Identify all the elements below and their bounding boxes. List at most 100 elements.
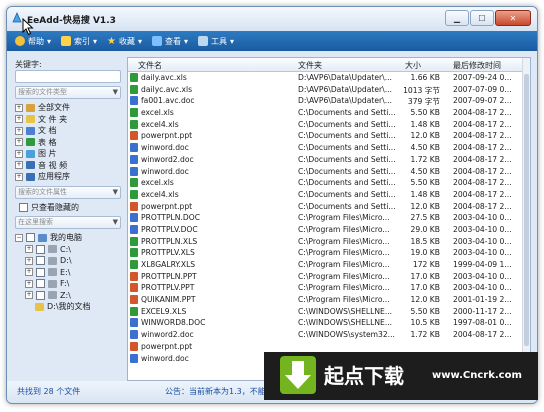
cell-size: 18.5 KB <box>410 236 440 246</box>
table-row[interactable]: EXCEL9.XLS C:\WINDOWS\SHELLNE... 5.50 KB 20… <box>128 306 522 318</box>
tree-node-drive[interactable]: + D:\ <box>15 255 121 267</box>
cell-folder: C:\Documents and Setti... <box>298 108 396 118</box>
expand-icon[interactable]: + <box>25 279 33 288</box>
table-body: daily.avc.xls D:\AVP6\Data\Updater\... 1.6… <box>128 72 522 364</box>
star-icon: ★ <box>107 35 116 47</box>
file-attr-select[interactable]: 搜索的文件属性 ▼ <box>15 185 121 199</box>
cell-size: 1013 字节 <box>403 85 440 95</box>
table-row[interactable]: winword2.doc C:\Documents and Setti... 1.7… <box>128 154 522 166</box>
chevron-down-icon: ▼ <box>112 218 118 226</box>
tree-node-drive[interactable]: + E:\ <box>15 267 121 279</box>
menu-index[interactable]: 索引 ▾ <box>61 36 97 47</box>
drive-icon <box>48 291 57 300</box>
hidden-only-checkbox-row[interactable]: 只查看隐藏的 <box>19 202 121 214</box>
xls-file-icon <box>130 306 138 316</box>
maximize-button[interactable]: ☐ <box>470 10 494 26</box>
tree-node-my-computer[interactable]: − 我的电脑 <box>15 232 121 244</box>
column-header-name[interactable]: 文件名 <box>138 60 162 71</box>
tree-checkbox[interactable] <box>36 244 45 254</box>
expand-icon[interactable]: + <box>15 161 23 170</box>
table-row[interactable]: dailyc.avc.xls D:\AVP6\Data\Updater\... 10… <box>128 84 522 96</box>
table-row[interactable]: excel4.xls C:\Documents and Setti... 1.48 … <box>128 189 522 201</box>
table-row[interactable]: PROTTPLV.DOC C:\Program Files\Micro... 29.… <box>128 224 522 236</box>
table-row[interactable]: powerpnt.ppt C:\Documents and Setti... 12.… <box>128 130 522 142</box>
expand-icon[interactable]: + <box>25 291 33 300</box>
expand-icon[interactable]: + <box>15 172 23 181</box>
table-row[interactable]: powerpnt.ppt <box>128 341 522 353</box>
expand-icon[interactable]: + <box>25 268 33 277</box>
expand-icon[interactable]: + <box>15 115 23 124</box>
xls-file-icon <box>130 236 138 246</box>
tree-node-my-documents[interactable]: D:\我的文档 <box>15 301 121 313</box>
table-row[interactable]: PROTTPLN.XLS C:\Program Files\Micro... 18.… <box>128 236 522 248</box>
file-type-item[interactable]: + 表 格 <box>15 137 121 149</box>
table-row[interactable]: daily.avc.xls D:\AVP6\Data\Updater\... 1.6… <box>128 72 522 84</box>
column-header-modified[interactable]: 最后修改时间 <box>453 60 501 71</box>
chevron-down-icon: ▼ <box>112 187 118 196</box>
file-type-item[interactable]: + 音 视 频 <box>15 160 121 172</box>
expand-icon[interactable]: + <box>25 245 33 254</box>
xls-file-icon <box>130 189 138 199</box>
table-row[interactable]: winword.doc C:\Documents and Setti... 4.50… <box>128 142 522 154</box>
cell-size: 19.0 KB <box>410 248 440 258</box>
file-type-select[interactable]: 搜索的文件类型 ▼ <box>15 86 121 99</box>
cell-name: winword.doc <box>141 143 189 153</box>
table-row[interactable]: PROTTPLN.PPT C:\Program Files\Micro... 17.… <box>128 271 522 283</box>
menu-tools[interactable]: 工具 ▾ <box>198 36 234 47</box>
tree-node-drive[interactable]: + F:\ <box>15 278 121 290</box>
table-row[interactable]: QUIKANIM.PPT C:\Program Files\Micro... 12.… <box>128 294 522 306</box>
tree-checkbox[interactable] <box>36 267 45 277</box>
menu-help[interactable]: 帮助 ▾ <box>15 36 51 47</box>
location-select[interactable]: 在这里搜索 ▼ <box>15 216 121 229</box>
tree-checkbox[interactable] <box>36 279 45 289</box>
collapse-icon[interactable]: − <box>15 233 23 242</box>
doc-file-icon <box>130 154 138 164</box>
table-row[interactable]: winword.doc C:\Documents and Setti... 4.50… <box>128 166 522 178</box>
table-row[interactable]: PROTTPLV.PPT C:\Program Files\Micro... 17.… <box>128 282 522 294</box>
table-row[interactable]: fa001.avc.doc D:\AVP6\Data\Updater\... 379… <box>128 95 522 107</box>
table-row[interactable]: PROTTPLV.XLS C:\Program Files\Micro... 19.… <box>128 247 522 259</box>
tree-checkbox[interactable] <box>36 290 45 300</box>
table-row[interactable]: excel.xls C:\Documents and Setti... 5.50 K… <box>128 107 522 119</box>
menu-view[interactable]: 查看 ▾ <box>152 36 188 47</box>
chevron-down-icon: ▼ <box>112 88 118 96</box>
table-row[interactable]: XL8GALRY.XLS C:\Program Files\Micro... 172… <box>128 259 522 271</box>
column-header-size[interactable]: 大小 <box>405 60 421 71</box>
table-row[interactable]: excel4.xls C:\Documents and Setti... 1.48 … <box>128 119 522 131</box>
expand-icon[interactable]: + <box>15 103 23 112</box>
file-type-icon <box>26 115 35 124</box>
column-header-folder[interactable]: 文件夹 <box>298 60 322 71</box>
hidden-only-checkbox[interactable] <box>19 202 28 212</box>
vertical-scrollbar[interactable] <box>522 58 530 380</box>
scrollbar-thumb[interactable] <box>524 74 529 346</box>
file-type-item[interactable]: + 全部文件 <box>15 102 121 114</box>
expand-icon[interactable]: + <box>15 126 23 135</box>
file-type-item[interactable]: + 文 件 夹 <box>15 114 121 126</box>
close-button[interactable]: ✕ <box>495 10 531 26</box>
tree-node-drive[interactable]: + Z:\ <box>15 290 121 302</box>
cell-modified: 2004-08-17 2... <box>453 166 512 176</box>
xls-file-icon <box>130 108 138 118</box>
expand-icon[interactable]: + <box>25 256 33 265</box>
file-type-item[interactable]: + 文 档 <box>15 125 121 137</box>
cell-name: dailyc.avc.xls <box>141 84 193 94</box>
table-row[interactable]: PROTTPLN.DOC C:\Program Files\Micro... 27.… <box>128 212 522 224</box>
expand-icon[interactable]: + <box>15 138 23 147</box>
menu-favorites[interactable]: ★ 收藏 ▾ <box>107 36 142 47</box>
expand-icon[interactable]: + <box>15 149 23 158</box>
table-row[interactable]: winword2.doc C:\WINDOWS\system32... 1.72 K… <box>128 329 522 341</box>
table-row[interactable]: excel.xls C:\Documents and Setti... 5.50 K… <box>128 177 522 189</box>
location-tree: − 我的电脑 + C:\ + D:\ + E:\ + F:\ + Z:\ D:\我的文档 <box>15 232 121 313</box>
keyword-input[interactable] <box>15 70 121 83</box>
table-row[interactable]: WINWORD8.DOC C:\WINDOWS\SHELLNE... 10.5 KB… <box>128 317 522 329</box>
file-type-item[interactable]: + 图 片 <box>15 148 121 160</box>
tree-node-drive[interactable]: + C:\ <box>15 244 121 256</box>
table-row[interactable]: powerpnt.ppt C:\Documents and Setti... 12.… <box>128 201 522 213</box>
cell-modified: 2003-04-10 0... <box>453 213 512 223</box>
tree-checkbox[interactable] <box>36 256 45 266</box>
cell-name: PROTTPLN.DOC <box>141 213 201 223</box>
minimize-button[interactable]: ▁ <box>445 10 469 26</box>
tree-checkbox[interactable] <box>26 233 35 243</box>
drive-label: D:\ <box>60 256 72 266</box>
file-type-item[interactable]: + 应用程序 <box>15 171 121 183</box>
